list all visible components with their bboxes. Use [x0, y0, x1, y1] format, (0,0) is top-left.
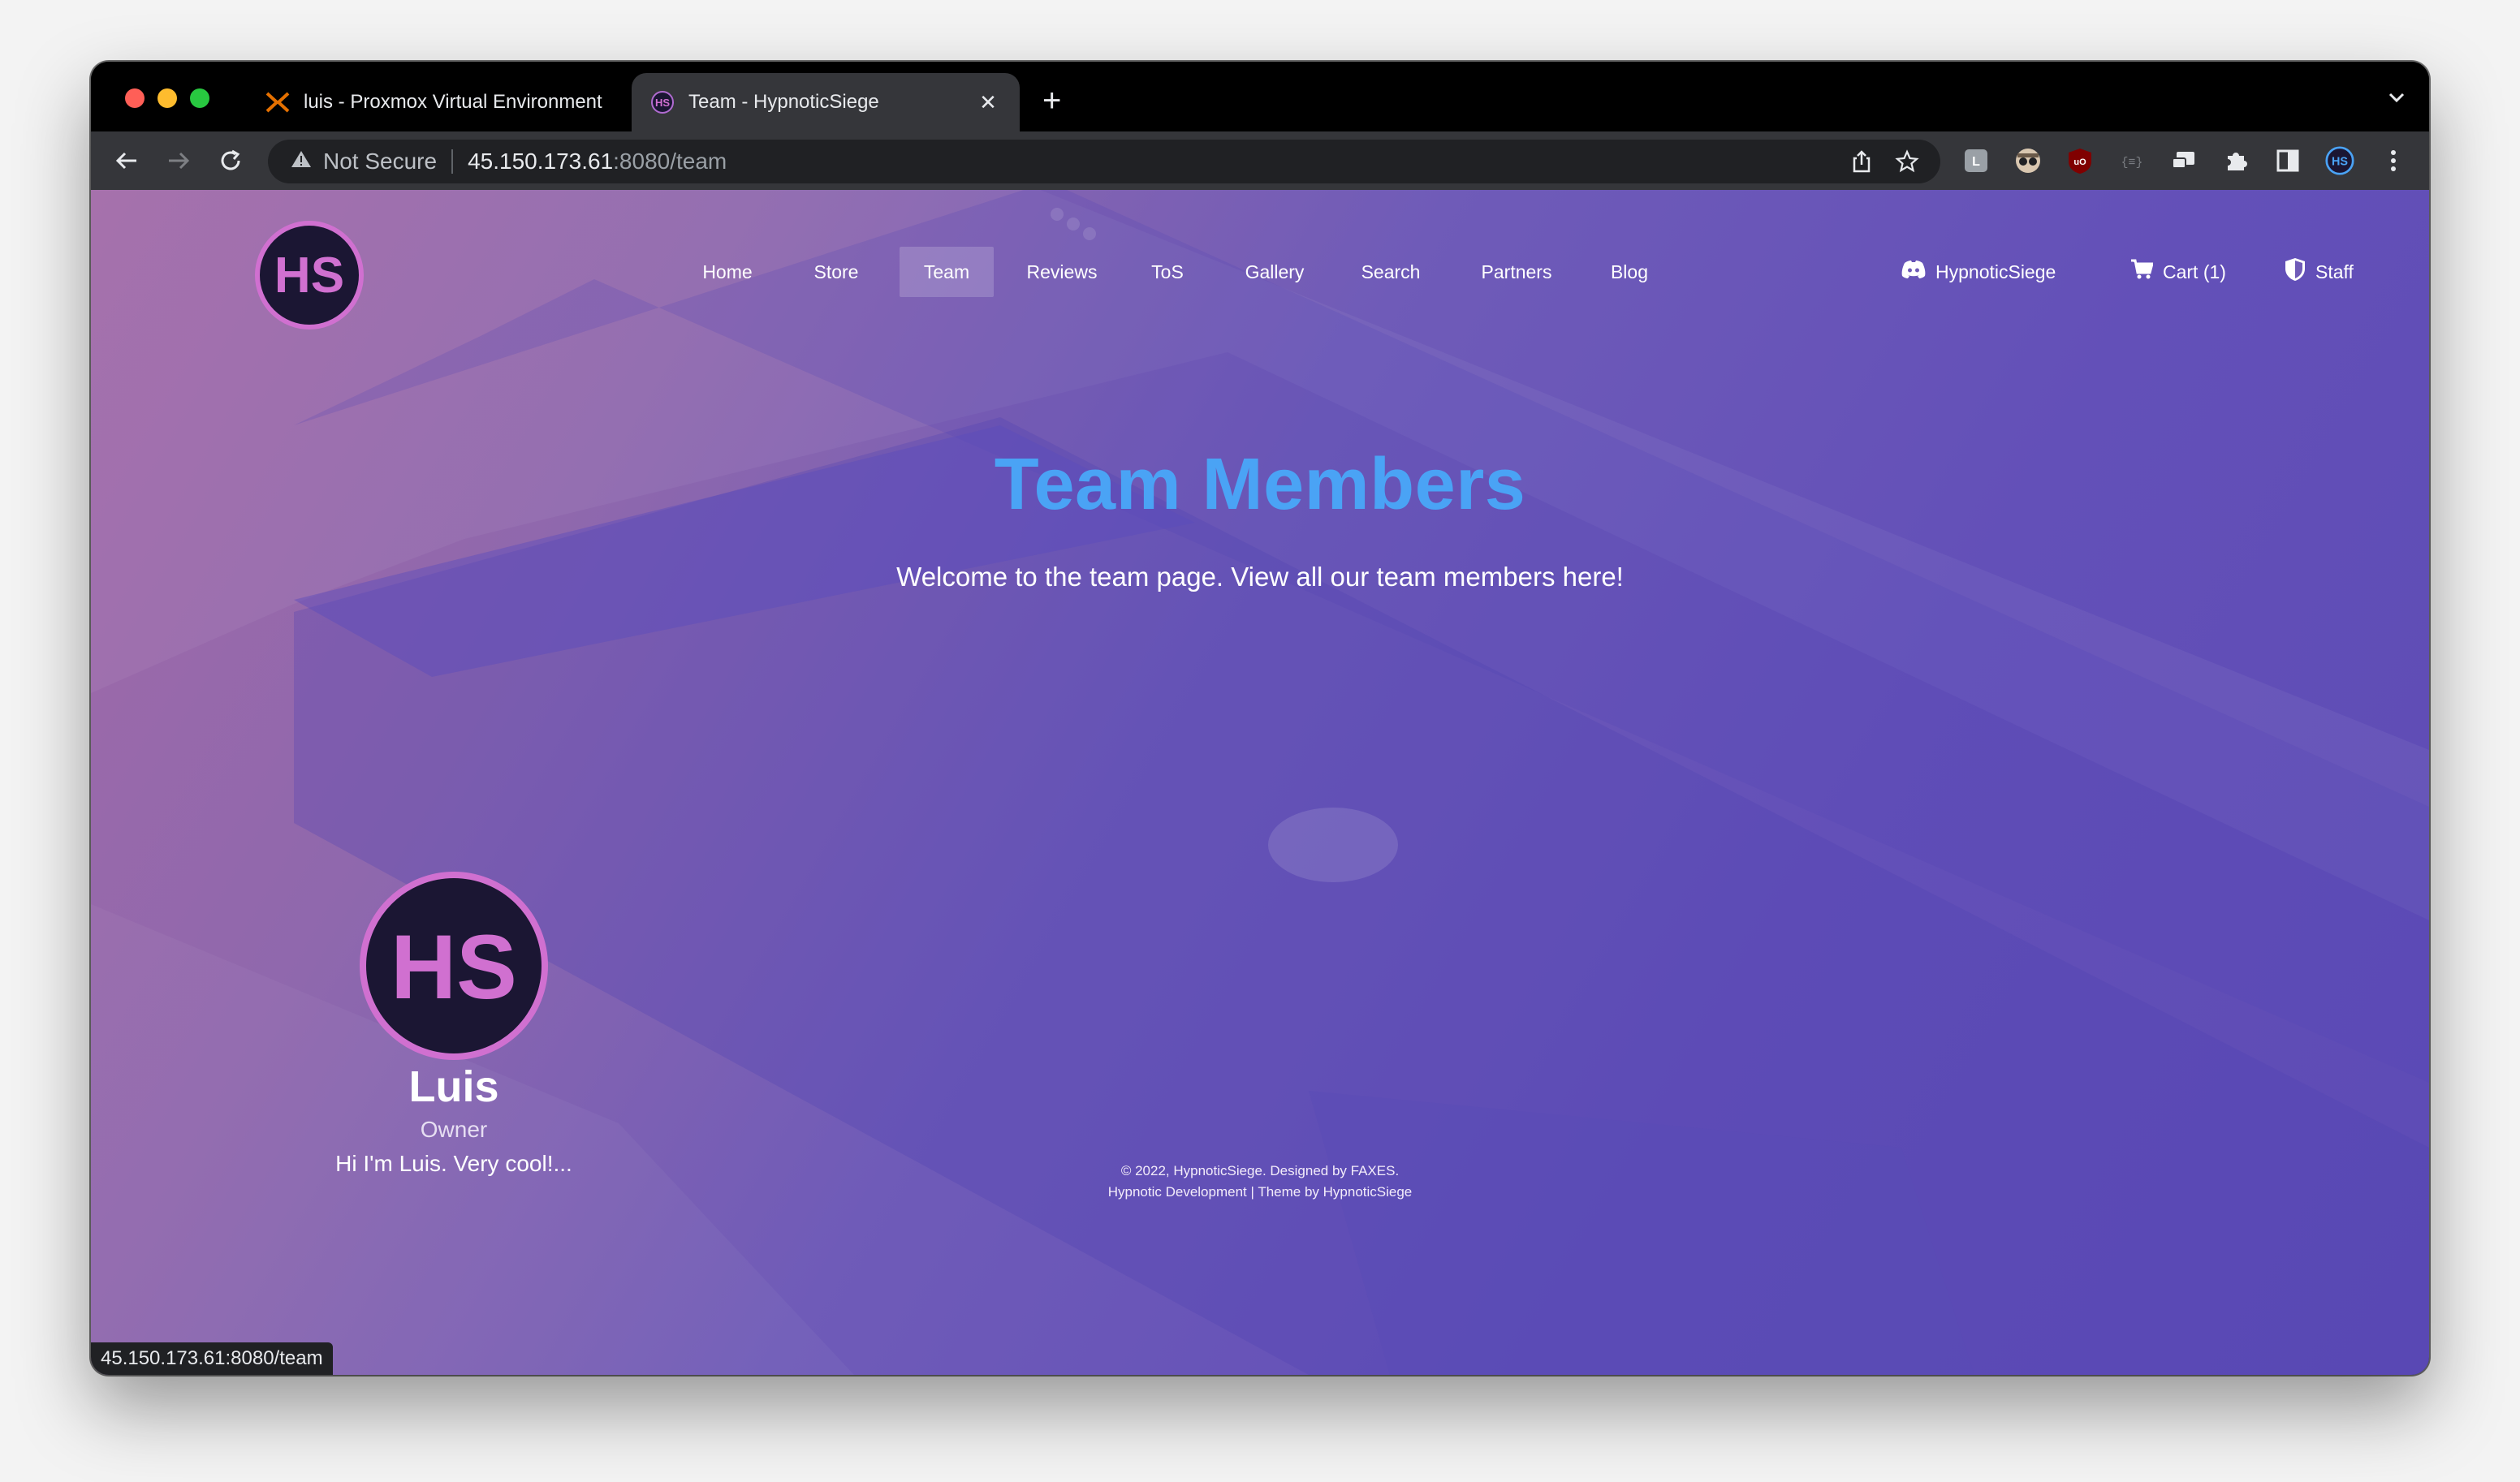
- nav-reviews[interactable]: Reviews: [1013, 247, 1111, 297]
- json-extension-icon[interactable]: {≡}: [2117, 146, 2147, 175]
- footer-credits: Hypnotic Development | Theme by Hypnotic…: [1107, 1184, 1413, 1200]
- security-label[interactable]: Not Secure: [323, 149, 437, 174]
- team-member-card[interactable]: HS Luis Owner Hi I'm Luis. Very cool!...: [304, 872, 604, 1177]
- svg-text:L: L: [1972, 155, 1980, 169]
- divider: [451, 149, 454, 174]
- more-menu-icon[interactable]: [2379, 146, 2408, 175]
- cart-icon: [2130, 259, 2154, 285]
- side-panel-icon[interactable]: [2273, 146, 2302, 175]
- browser-window: luis - Proxmox Virtual Environment ✕ HS …: [91, 62, 2429, 1375]
- url-path: :8080/team: [613, 149, 727, 174]
- svg-text:{≡}: {≡}: [2121, 156, 2142, 170]
- nav-home[interactable]: Home: [688, 247, 766, 297]
- cart-link[interactable]: Cart (1): [2130, 247, 2226, 297]
- link-status-bar: 45.150.173.61:8080/team: [91, 1342, 333, 1375]
- staff-label: Staff: [2315, 261, 2354, 282]
- nav-gallery[interactable]: Gallery: [1228, 247, 1322, 297]
- extension-icon[interactable]: L: [1961, 146, 1991, 175]
- page-subtitle: Welcome to the team page. View all our t…: [896, 562, 1624, 592]
- spy-extension-icon[interactable]: [2013, 146, 2043, 175]
- profile-avatar[interactable]: HS: [2325, 146, 2354, 175]
- nav-team[interactable]: Team: [900, 247, 994, 297]
- close-window-button[interactable]: [125, 88, 145, 108]
- tab-title: luis - Proxmox Virtual Environment: [304, 91, 602, 113]
- page-viewport: HS Home Store Team Reviews ToS Gallery S…: [91, 190, 2429, 1375]
- chevron-down-icon[interactable]: [2387, 88, 2406, 111]
- site-footer: © 2022, HypnoticSiege. Designed by FAXES…: [91, 1161, 2429, 1203]
- shield-icon: [2285, 257, 2306, 286]
- minimize-window-button[interactable]: [158, 88, 177, 108]
- url-host: 45.150.173.61: [468, 149, 614, 174]
- footer-copyright: © 2022, HypnoticSiege. Designed by FAXES…: [1120, 1163, 1400, 1178]
- nav-partners[interactable]: Partners: [1463, 247, 1570, 297]
- svg-text:HS: HS: [391, 916, 517, 1018]
- warning-icon: [291, 149, 312, 174]
- member-role: Owner: [420, 1117, 488, 1142]
- svg-text:HS: HS: [655, 97, 670, 109]
- maximize-window-button[interactable]: [190, 88, 209, 108]
- ublock-icon[interactable]: uO: [2065, 146, 2095, 175]
- tab-strip: luis - Proxmox Virtual Environment ✕ HS …: [91, 62, 2429, 131]
- svg-text:uO: uO: [2073, 157, 2086, 167]
- bookmark-star-icon[interactable]: [1895, 149, 1919, 179]
- browser-toolbar: Not Secure 45.150.173.61:8080/team L uO …: [91, 131, 2429, 190]
- discord-link[interactable]: HypnoticSiege: [1901, 247, 2056, 297]
- discord-icon: [1901, 260, 1926, 284]
- tab-team[interactable]: HS Team - HypnoticSiege ✕: [632, 73, 1020, 131]
- share-icon[interactable]: [1849, 149, 1874, 179]
- cart-label: Cart (1): [2163, 261, 2226, 282]
- cast-extension-icon[interactable]: [2169, 146, 2199, 175]
- discord-label: HypnoticSiege: [1935, 261, 2056, 282]
- member-name: Luis: [408, 1062, 499, 1111]
- puzzle-icon[interactable]: [2221, 146, 2250, 175]
- staff-link[interactable]: Staff: [2285, 247, 2354, 297]
- back-icon[interactable]: [112, 146, 141, 175]
- main-navigation: Home Store Team Reviews ToS Gallery Sear…: [91, 247, 2429, 297]
- nav-tos[interactable]: ToS: [1137, 247, 1198, 297]
- close-tab-icon[interactable]: ✕: [974, 88, 1002, 116]
- avatar: HS: [360, 872, 548, 1060]
- forward-icon[interactable]: [164, 146, 193, 175]
- tab-title: Team - HypnoticSiege: [688, 91, 879, 113]
- nav-store[interactable]: Store: [797, 247, 875, 297]
- new-tab-icon[interactable]: +: [1042, 84, 1061, 117]
- nav-search[interactable]: Search: [1346, 247, 1435, 297]
- proxmox-icon: [265, 89, 291, 115]
- hs-logo-icon: HS: [649, 89, 675, 115]
- svg-text:HS: HS: [2332, 155, 2348, 168]
- reload-icon[interactable]: [216, 146, 245, 175]
- page-title: Team Members: [994, 444, 1526, 525]
- nav-blog[interactable]: Blog: [1593, 247, 1666, 297]
- address-bar[interactable]: Not Secure 45.150.173.61:8080/team: [268, 140, 1940, 183]
